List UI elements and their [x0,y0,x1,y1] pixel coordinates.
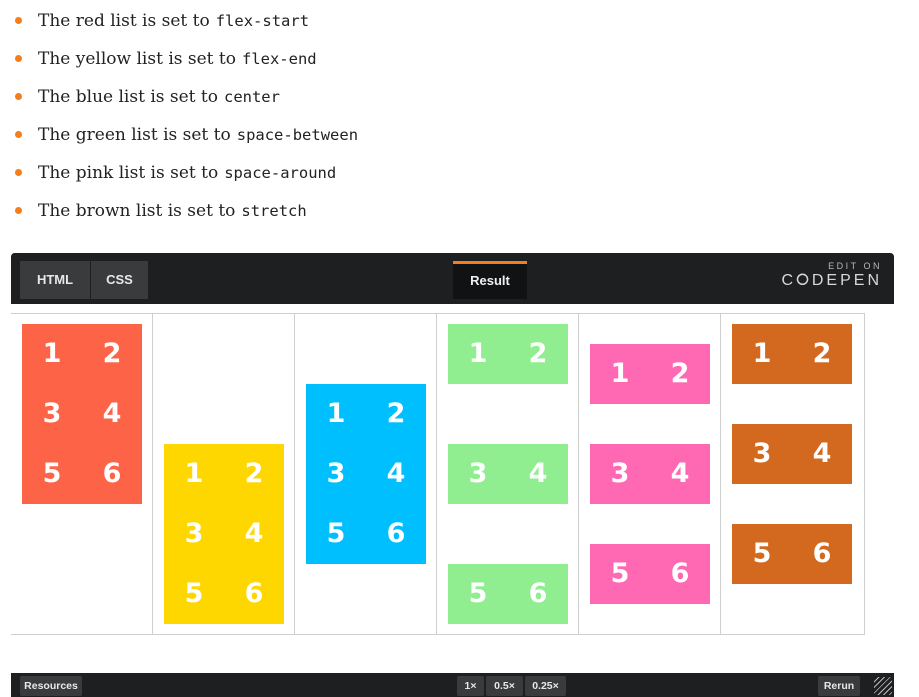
list-item: 1 [610,358,630,389]
list-item: 2 [528,338,548,369]
list-item: 4 [812,438,832,469]
list-item: 4 [102,398,122,429]
list-item: 1 [326,398,346,429]
list-item: 2 [670,358,690,389]
list-item: 5 [468,578,488,609]
list-item: 2 [386,398,406,429]
list-item: 3 [42,398,62,429]
list-item-blue: The blue list is set to center [15,82,358,120]
tab-result[interactable]: Result [453,261,527,299]
list-item-yellow: The yellow list is set to flex-end [15,44,358,82]
list-item: 1 [184,458,204,489]
bullet-icon [15,169,22,176]
list-item: 5 [184,578,204,609]
pink-list-row: 3 4 [590,444,710,504]
list-item: 4 [670,458,690,489]
list-item: 1 [42,338,62,369]
bullet-icon [15,93,22,100]
green-list-row: 5 6 [448,564,568,624]
zoom-1x-button[interactable]: 1× [457,676,484,696]
list-item: 2 [812,338,832,369]
result-pane: 1 2 3 4 5 6 1 2 3 4 5 6 1 2 3 4 5 6 1 2 … [11,304,894,673]
bullet-icon [15,17,22,24]
list-item: 5 [752,538,772,569]
list-item: 3 [184,518,204,549]
green-list-row: 1 2 [448,324,568,384]
list-item-brown: The brown list is set to stretch [15,196,358,234]
bullet-icon [15,131,22,138]
red-list: 1 2 3 4 5 6 [22,324,142,504]
flex-demo-container: 1 2 3 4 5 6 1 2 3 4 5 6 1 2 3 4 5 6 1 2 … [11,313,865,635]
zoom-0-5x-button[interactable]: 0.5× [486,676,523,696]
list-item-pink: The pink list is set to space-around [15,158,358,196]
yellow-column: 1 2 3 4 5 6 [153,314,295,634]
blue-list: 1 2 3 4 5 6 [306,384,426,564]
list-item: 5 [610,558,630,589]
list-item: 6 [670,558,690,589]
list-item: 3 [610,458,630,489]
list-item: 4 [244,518,264,549]
brown-list-row: 5 6 [732,524,852,584]
bullet-icon [15,55,22,62]
flex-align-list: The red list is set to flex-start The yel… [15,6,358,234]
brown-list-row: 1 2 [732,324,852,384]
yellow-list: 1 2 3 4 5 6 [164,444,284,624]
list-item: 5 [326,518,346,549]
tab-html[interactable]: HTML [20,261,90,299]
list-item: 1 [752,338,772,369]
list-item: 2 [244,458,264,489]
list-item: 1 [468,338,488,369]
list-item: 4 [528,458,548,489]
list-item: 3 [326,458,346,489]
resize-grip-icon[interactable] [874,677,892,695]
list-item: 3 [468,458,488,489]
codepen-embed: HTML CSS Result EDIT ON C⭘DEPEN 1 2 3 4 … [11,253,894,697]
edit-on-label: EDIT ON [828,261,882,271]
embed-header: HTML CSS Result EDIT ON C⭘DEPEN [11,253,894,304]
list-item: 6 [102,458,122,489]
tab-css[interactable]: CSS [91,261,148,299]
green-column: 1 2 3 4 5 6 [437,314,579,634]
list-item: 6 [244,578,264,609]
list-item-red: The red list is set to flex-start [15,6,358,44]
list-item: 2 [102,338,122,369]
resources-button[interactable]: Resources [20,676,82,696]
bullet-icon [15,207,22,214]
list-item: 6 [812,538,832,569]
red-column: 1 2 3 4 5 6 [11,314,153,634]
rerun-button[interactable]: Rerun [818,676,860,696]
codepen-logo: C⭘DEPEN [781,272,882,289]
zoom-0-25x-button[interactable]: 0.25× [525,676,566,696]
list-item-green: The green list is set to space-between [15,120,358,158]
list-item: 5 [42,458,62,489]
list-item: 4 [386,458,406,489]
green-list-row: 3 4 [448,444,568,504]
list-item: 3 [752,438,772,469]
edit-on-codepen-link[interactable]: EDIT ON C⭘DEPEN [782,261,882,290]
pink-list-row: 5 6 [590,544,710,604]
list-item: 6 [386,518,406,549]
brown-column: 1 2 3 4 5 6 [721,314,863,634]
pink-list-row: 1 2 [590,344,710,404]
pink-column: 1 2 3 4 5 6 [579,314,721,634]
blue-column: 1 2 3 4 5 6 [295,314,437,634]
list-item: 6 [528,578,548,609]
embed-footer: Resources 1× 0.5× 0.25× Rerun [11,673,894,697]
brown-list-row: 3 4 [732,424,852,484]
